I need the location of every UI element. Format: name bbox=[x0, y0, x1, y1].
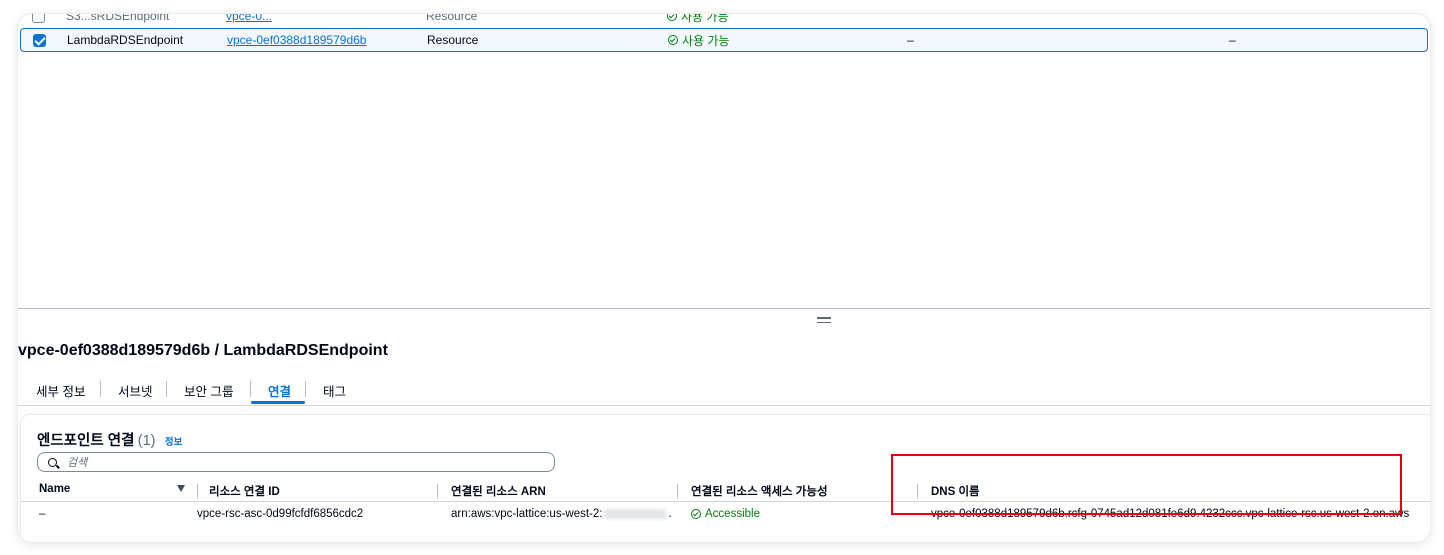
row-name: S3...sRDSEndpoint bbox=[66, 14, 170, 23]
status-available-icon bbox=[668, 35, 678, 45]
split-panel-divider bbox=[18, 308, 1430, 309]
cell-accessibility: Accessible bbox=[691, 508, 760, 520]
tab-connections[interactable]: 연결 bbox=[268, 381, 291, 400]
row-type: Resource bbox=[427, 33, 479, 47]
search-input[interactable]: 검색 bbox=[37, 452, 555, 472]
row-checkbox[interactable] bbox=[32, 14, 45, 23]
connections-title: 엔드포인트 연결 bbox=[37, 433, 135, 449]
tab-subnets[interactable]: 서브넷 bbox=[118, 381, 153, 400]
status-accessible-icon bbox=[691, 509, 701, 519]
details-tabs: 세부 정보 서브넷 보안 그룹 연결 태그 bbox=[18, 375, 1430, 406]
redacted-account-id bbox=[604, 508, 667, 519]
connections-count: (1) bbox=[137, 433, 156, 449]
column-header-resource-arn[interactable]: 연결된 리소스 ARN bbox=[451, 483, 546, 499]
row-status: 사용 가능 bbox=[667, 14, 729, 25]
connections-header: 엔드포인트 연결 (1) 정보 bbox=[37, 429, 182, 450]
cell-association-id: vpce-rsc-asc-0d99fcfdf6856cdc2 bbox=[197, 508, 364, 520]
row-name: LambdaRDSEndpoint bbox=[67, 33, 184, 47]
row-col6: – bbox=[1229, 33, 1236, 47]
active-tab-indicator bbox=[251, 401, 305, 404]
tab-security-groups[interactable]: 보안 그룹 bbox=[184, 381, 233, 400]
table-row-selected[interactable]: LambdaRDSEndpoint vpce-0ef0388d189579d6b… bbox=[20, 28, 1428, 52]
row-endpoint-id-link[interactable]: vpce-0... bbox=[226, 14, 272, 23]
tab-details[interactable]: 세부 정보 bbox=[36, 381, 85, 400]
sort-icon[interactable] bbox=[177, 485, 185, 492]
dns-name-highlight-box bbox=[891, 454, 1402, 515]
checkbox-checked-icon[interactable] bbox=[33, 34, 46, 47]
column-header-accessibility[interactable]: 연결된 리소스 액세스 가능성 bbox=[691, 483, 828, 499]
status-available-icon bbox=[667, 14, 677, 21]
row-col5: – bbox=[907, 33, 914, 47]
row-type: Resource bbox=[426, 14, 478, 23]
row-status: 사용 가능 bbox=[668, 32, 730, 49]
row-endpoint-id-link[interactable]: vpce-0ef0388d189579d6b bbox=[227, 33, 366, 47]
details-title: vpce-0ef0388d189579d6b / LambdaRDSEndpoi… bbox=[18, 342, 388, 359]
search-icon bbox=[48, 457, 57, 467]
info-link[interactable]: 정보 bbox=[165, 437, 182, 448]
tab-tags[interactable]: 태그 bbox=[323, 381, 346, 400]
table-row-partial[interactable]: S3...sRDSEndpoint vpce-0... Resource 사용 … bbox=[18, 14, 1430, 28]
cell-name: – bbox=[39, 508, 46, 520]
split-handle-icon[interactable] bbox=[817, 317, 831, 326]
cell-resource-arn: arn:aws:vpc-lattice:us-west-2:. bbox=[451, 508, 672, 520]
search-placeholder: 검색 bbox=[67, 457, 88, 469]
column-header-name[interactable]: Name bbox=[39, 483, 70, 495]
column-header-association-id[interactable]: 리소스 연결 ID bbox=[209, 483, 280, 499]
